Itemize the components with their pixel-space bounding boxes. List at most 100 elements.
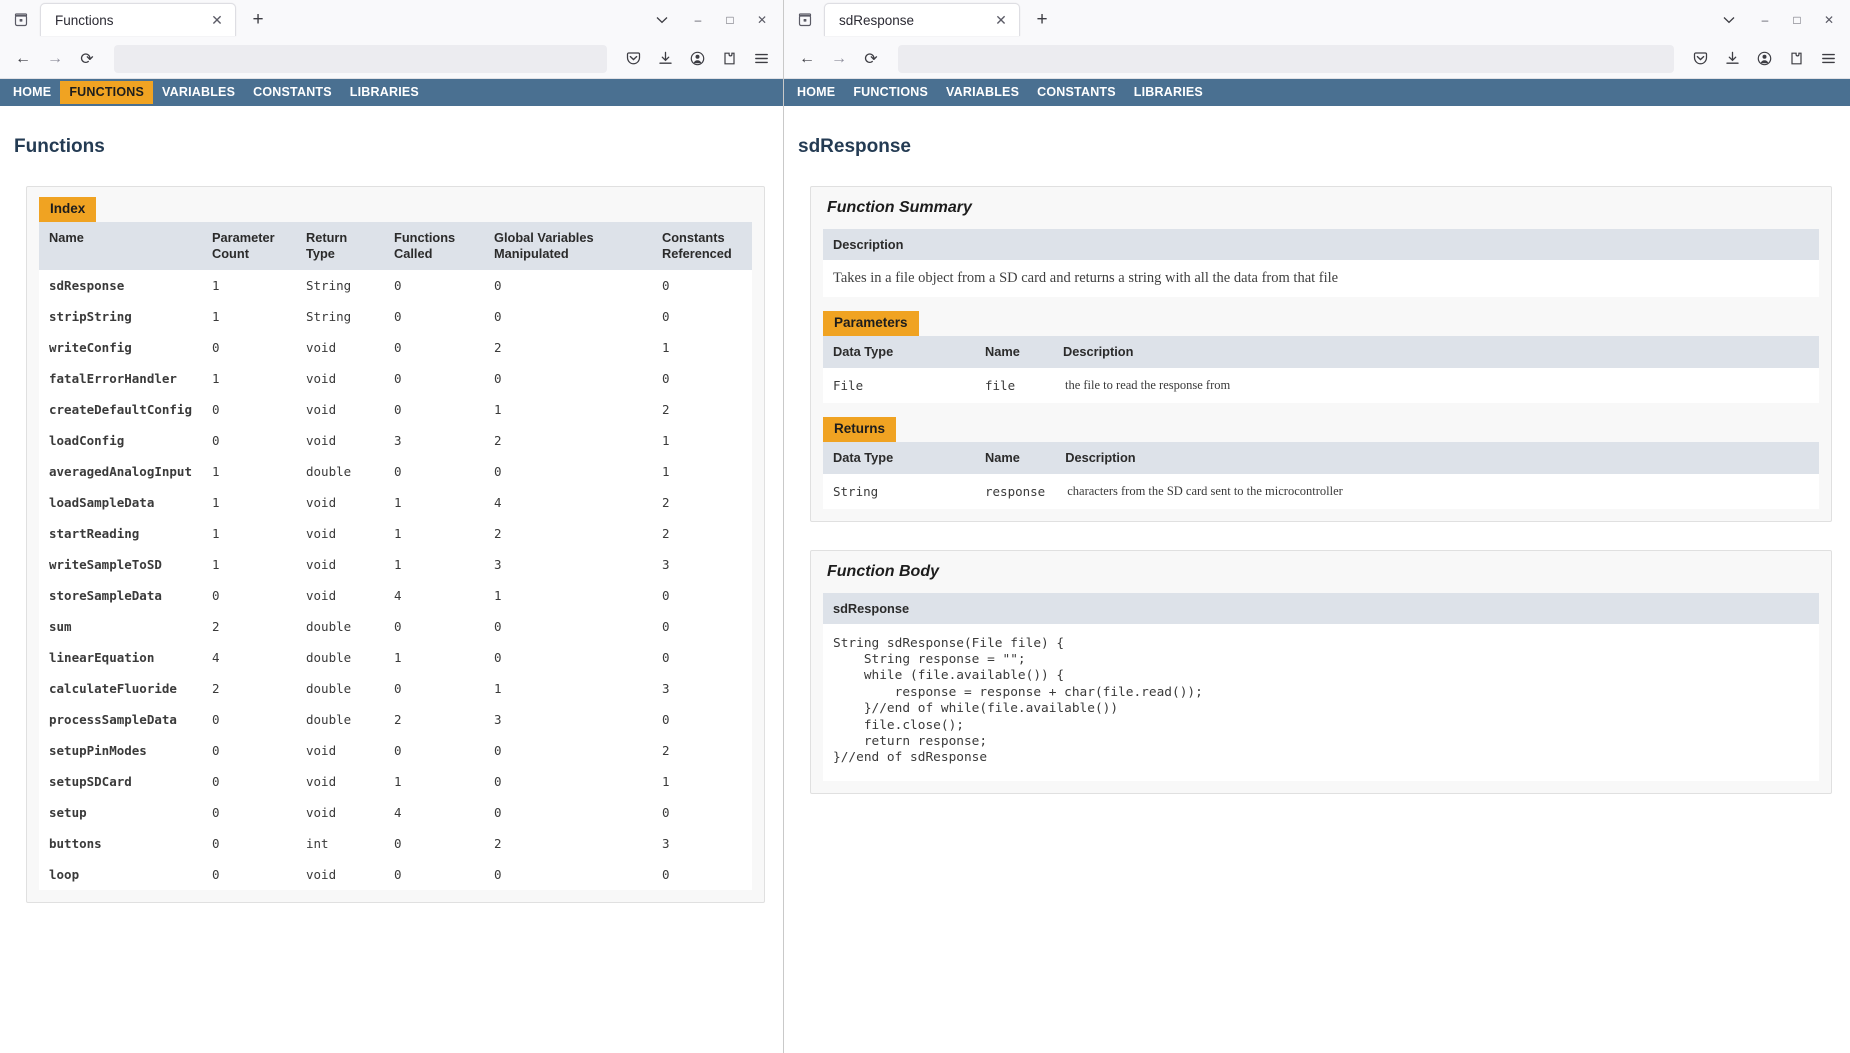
sitenav-functions[interactable]: FUNCTIONS (60, 81, 154, 104)
tab-functions[interactable]: Functions ✕ (40, 3, 236, 36)
globals-manipulated: 3 (484, 703, 652, 735)
back-button[interactable]: ← (8, 44, 38, 74)
tab-sdresponse[interactable]: sdResponse ✕ (824, 3, 1020, 36)
globals-manipulated: 0 (484, 455, 652, 487)
tabstrip-right: sdResponse ✕ + – □ ✕ (784, 0, 1850, 39)
sitenav-variables[interactable]: VARIABLES (153, 81, 244, 104)
downloads-icon[interactable] (1718, 45, 1746, 73)
sitenav-home[interactable]: HOME (4, 81, 60, 104)
maximize-button[interactable]: □ (1782, 6, 1812, 34)
downloads-icon[interactable] (651, 45, 679, 73)
new-tab-button[interactable]: + (244, 6, 272, 34)
window-controls-left: – □ ✕ (683, 6, 777, 34)
parameter-count: 1 (202, 517, 296, 549)
functions-called: 0 (384, 734, 484, 766)
function-link[interactable]: processSampleData (39, 703, 202, 735)
function-link[interactable]: calculateFluoride (39, 672, 202, 704)
reload-button[interactable]: ⟳ (72, 44, 102, 74)
account-icon[interactable] (1750, 45, 1778, 73)
new-tab-button[interactable]: + (1028, 6, 1056, 34)
functions-called: 0 (384, 858, 484, 890)
sitenav-variables[interactable]: VARIABLES (937, 81, 1028, 104)
globals-manipulated: 4 (484, 486, 652, 518)
function-link[interactable]: setupSDCard (39, 765, 202, 797)
return-type: double (296, 641, 384, 673)
function-link[interactable]: buttons (39, 827, 202, 859)
extensions-icon[interactable] (1782, 45, 1810, 73)
account-icon[interactable] (683, 45, 711, 73)
sitenav-libraries[interactable]: LIBRARIES (1125, 81, 1212, 104)
table-body: File file the file to read the response … (823, 367, 1819, 403)
function-link[interactable]: linearEquation (39, 641, 202, 673)
function-link[interactable]: writeSampleToSD (39, 548, 202, 580)
function-link[interactable]: averagedAnalogInput (39, 455, 202, 487)
return-type: int (296, 827, 384, 859)
sitenav-home[interactable]: HOME (788, 81, 844, 104)
function-link[interactable]: fatalErrorHandler (39, 362, 202, 394)
app-menu-icon[interactable] (1814, 45, 1842, 73)
minimize-button[interactable]: – (683, 6, 713, 34)
forward-button[interactable]: → (40, 44, 70, 74)
sitenav-libraries[interactable]: LIBRARIES (341, 81, 428, 104)
function-link[interactable]: loadSampleData (39, 486, 202, 518)
function-link[interactable]: setup (39, 796, 202, 828)
close-window-button[interactable]: ✕ (1814, 6, 1844, 34)
table-row: setupSDCard 0 void 1 0 1 (39, 765, 752, 797)
parameter-count: 1 (202, 486, 296, 518)
function-link[interactable]: loop (39, 858, 202, 890)
sitenav-constants[interactable]: CONSTANTS (244, 81, 341, 104)
functions-called: 1 (384, 517, 484, 549)
description-header: Description (823, 229, 1819, 260)
address-bar[interactable] (898, 44, 1674, 73)
return-type: double (296, 672, 384, 704)
col-data-type: Data Type (823, 335, 975, 368)
function-link[interactable]: stripString (39, 300, 202, 332)
table-row: writeConfig 0 void 0 2 1 (39, 331, 752, 363)
function-link[interactable]: loadConfig (39, 424, 202, 456)
app-menu-icon[interactable] (747, 45, 775, 73)
firefox-view-icon[interactable] (790, 5, 820, 35)
sitenav-functions[interactable]: FUNCTIONS (844, 81, 937, 104)
sitenav-constants[interactable]: CONSTANTS (1028, 81, 1125, 104)
forward-button[interactable]: → (824, 44, 854, 74)
table-row: loadSampleData 1 void 1 4 2 (39, 486, 752, 518)
function-link[interactable]: writeConfig (39, 331, 202, 363)
return-type: void (296, 362, 384, 394)
back-button[interactable]: ← (792, 44, 822, 74)
col-name: Name (39, 221, 202, 270)
table-row: loop 0 void 0 0 0 (39, 858, 752, 890)
reload-button[interactable]: ⟳ (856, 44, 886, 74)
param-name: file (975, 367, 1053, 403)
close-window-button[interactable]: ✕ (747, 6, 777, 34)
minimize-button[interactable]: – (1750, 6, 1780, 34)
parameter-count: 0 (202, 734, 296, 766)
parameter-count: 0 (202, 393, 296, 425)
function-link[interactable]: sum (39, 610, 202, 642)
function-link[interactable]: setupPinModes (39, 734, 202, 766)
globals-manipulated: 0 (484, 734, 652, 766)
extensions-icon[interactable] (715, 45, 743, 73)
maximize-button[interactable]: □ (715, 6, 745, 34)
pocket-icon[interactable] (1686, 45, 1714, 73)
function-link[interactable]: sdResponse (39, 269, 202, 301)
list-all-tabs-icon[interactable] (647, 5, 677, 35)
pocket-icon[interactable] (619, 45, 647, 73)
list-all-tabs-icon[interactable] (1714, 5, 1744, 35)
globals-manipulated: 0 (484, 362, 652, 394)
function-link[interactable]: startReading (39, 517, 202, 549)
firefox-view-icon[interactable] (6, 5, 36, 35)
address-bar[interactable] (114, 44, 607, 73)
function-link[interactable]: createDefaultConfig (39, 393, 202, 425)
parameter-count: 0 (202, 858, 296, 890)
tab-close-icon[interactable]: ✕ (207, 10, 227, 30)
tab-close-icon[interactable]: ✕ (991, 10, 1011, 30)
function-summary-panel: Function Summary Description Takes in a … (810, 186, 1832, 522)
tabstrip-left: Functions ✕ + – □ ✕ (0, 0, 783, 39)
functions-called: 0 (384, 827, 484, 859)
return-type: void (296, 796, 384, 828)
table-row: calculateFluoride 2 double 0 1 3 (39, 672, 752, 704)
function-link[interactable]: storeSampleData (39, 579, 202, 611)
parameter-count: 1 (202, 269, 296, 301)
col-constants: Constants Referenced (652, 221, 752, 270)
table-head: Data Type Name Description (823, 335, 1819, 368)
